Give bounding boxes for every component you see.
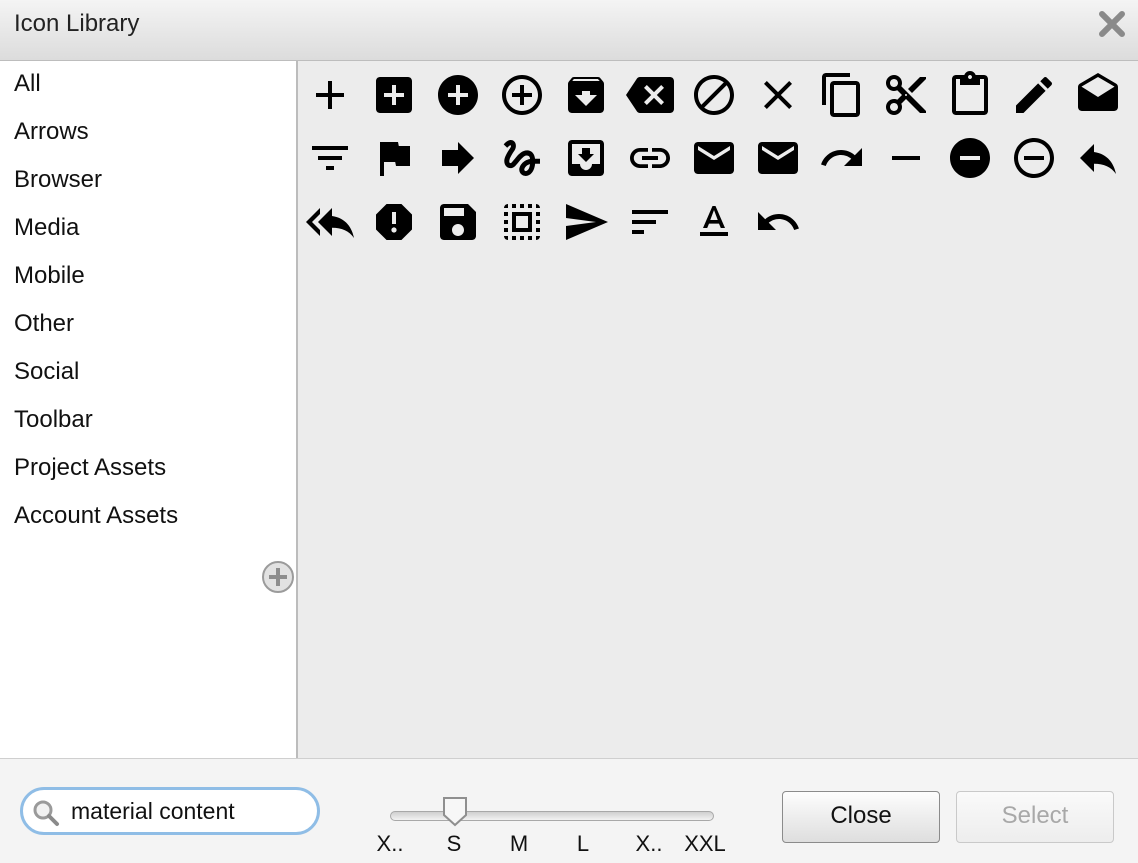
select-button[interactable]: Select <box>956 791 1114 843</box>
content-copy-icon[interactable] <box>818 71 866 119</box>
category-other[interactable]: Other <box>14 310 74 338</box>
category-social[interactable]: Social <box>14 358 79 386</box>
dialog-title: Icon Library <box>14 10 140 37</box>
add-circle-icon[interactable] <box>434 71 482 119</box>
category-all[interactable]: All <box>14 70 41 98</box>
add-icon[interactable] <box>306 71 354 119</box>
block-icon[interactable] <box>690 71 738 119</box>
add-account-asset-icon[interactable] <box>261 560 295 594</box>
category-project-assets[interactable]: Project Assets <box>14 454 166 482</box>
category-sidebar: All Arrows Browser Media Mobile Other So… <box>0 61 298 758</box>
category-toolbar[interactable]: Toolbar <box>14 406 93 434</box>
category-account-assets[interactable]: Account Assets <box>14 502 178 530</box>
add-box-icon[interactable] <box>370 71 418 119</box>
reply-all-icon[interactable] <box>306 198 354 246</box>
size-tick-xl: X.. <box>635 831 663 856</box>
close-icon[interactable] <box>1096 8 1128 40</box>
backspace-icon[interactable] <box>626 71 674 119</box>
reply-icon[interactable] <box>1074 134 1122 182</box>
clear-icon[interactable] <box>754 71 802 119</box>
icon-grid <box>298 61 1138 758</box>
markunread-icon[interactable] <box>754 134 802 182</box>
content-paste-icon[interactable] <box>946 71 994 119</box>
redo-icon[interactable] <box>818 134 866 182</box>
gesture-icon[interactable] <box>498 134 546 182</box>
remove-circle-outline-icon[interactable] <box>1010 134 1058 182</box>
category-arrows[interactable]: Arrows <box>14 118 89 146</box>
category-browser[interactable]: Browser <box>14 166 102 194</box>
sort-icon[interactable] <box>626 198 674 246</box>
category-media[interactable]: Media <box>14 214 79 242</box>
drafts-icon[interactable] <box>1074 71 1122 119</box>
close-button[interactable]: Close <box>782 791 940 843</box>
add-circle-outline-icon[interactable] <box>498 71 546 119</box>
send-icon[interactable] <box>562 198 610 246</box>
size-slider-track[interactable] <box>390 811 714 821</box>
archive-icon[interactable] <box>562 71 610 119</box>
size-tick-s: S <box>446 831 462 856</box>
content-cut-icon[interactable] <box>882 71 930 119</box>
forward-icon[interactable] <box>434 134 482 182</box>
link-icon[interactable] <box>626 134 674 182</box>
icon-library-dialog: Icon Library All Arrows Browser Media Mo… <box>0 0 1138 863</box>
text-format-icon[interactable] <box>690 198 738 246</box>
size-tick-l: L <box>576 831 590 856</box>
size-slider-thumb[interactable] <box>441 795 469 827</box>
search-input[interactable] <box>71 796 311 826</box>
create-icon[interactable] <box>1010 71 1058 119</box>
mail-icon[interactable] <box>690 134 738 182</box>
inbox-icon[interactable] <box>562 134 610 182</box>
search-icon <box>33 800 59 826</box>
size-tick-xs: X.. <box>376 831 404 856</box>
size-tick-xxl: XXL <box>684 831 726 856</box>
select-all-icon[interactable] <box>498 198 546 246</box>
flag-icon[interactable] <box>370 134 418 182</box>
size-tick-m: M <box>509 831 529 856</box>
search-box[interactable] <box>20 787 320 835</box>
remove-circle-icon[interactable] <box>946 134 994 182</box>
undo-icon[interactable] <box>754 198 802 246</box>
title-bar: Icon Library <box>0 0 1138 61</box>
filter-list-icon[interactable] <box>306 134 354 182</box>
report-icon[interactable] <box>370 198 418 246</box>
remove-icon[interactable] <box>882 134 930 182</box>
category-mobile[interactable]: Mobile <box>14 262 85 290</box>
save-icon[interactable] <box>434 198 482 246</box>
bottom-toolbar: X.. S M L X.. XXL Close Select <box>0 758 1138 863</box>
